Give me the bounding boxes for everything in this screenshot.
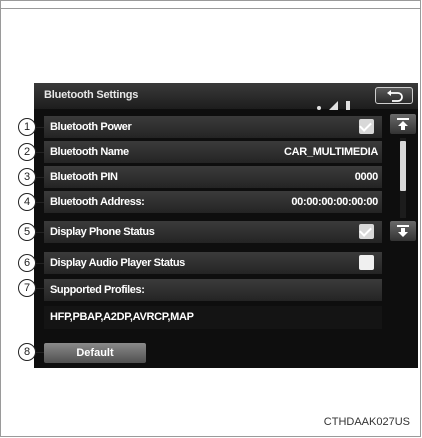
callout-leader bbox=[36, 152, 44, 153]
screen-title: Bluetooth Settings bbox=[44, 89, 139, 101]
callout-leader bbox=[36, 202, 44, 203]
row-label: Bluetooth Name bbox=[50, 146, 129, 158]
back-button[interactable] bbox=[375, 87, 413, 104]
status-icons bbox=[317, 92, 350, 110]
bluetooth-settings-screen: Bluetooth Settings Bluetooth Power Bluet… bbox=[34, 83, 418, 368]
row-label: Supported Profiles: bbox=[50, 284, 145, 296]
scroll-down-button[interactable] bbox=[390, 221, 416, 241]
figure-code: CTHDAAK027US bbox=[323, 416, 410, 428]
default-button[interactable]: Default bbox=[44, 343, 146, 363]
supported-profiles-list: HFP,PBAP,A2DP,AVRCP,MAP bbox=[44, 306, 382, 329]
callout-7: 7 bbox=[18, 279, 36, 297]
bluetooth-status-icon bbox=[317, 106, 321, 110]
scrollbar-thumb[interactable] bbox=[400, 141, 406, 191]
callout-1: 1 bbox=[18, 118, 36, 136]
callout-leader bbox=[36, 177, 44, 178]
row-label: Bluetooth PIN bbox=[50, 171, 118, 183]
row-bluetooth-pin[interactable]: Bluetooth PIN 0000 bbox=[44, 166, 382, 188]
signal-bars-icon bbox=[329, 101, 339, 110]
top-rule bbox=[0, 8, 421, 9]
callout-leader bbox=[36, 127, 44, 128]
callout-leader bbox=[36, 288, 44, 289]
scroll-up-icon bbox=[397, 118, 409, 130]
bluetooth-pin-value: 0000 bbox=[354, 171, 379, 183]
display-phone-status-checkbox[interactable] bbox=[359, 224, 374, 239]
callout-6: 6 bbox=[18, 254, 36, 272]
row-bluetooth-address: Bluetooth Address: 00:00:00:00:00:00 bbox=[44, 191, 382, 213]
row-display-audio-player-status[interactable]: Display Audio Player Status bbox=[44, 252, 382, 274]
callout-leader bbox=[36, 232, 44, 233]
bluetooth-name-value: CAR_MULTIMEDIA bbox=[284, 146, 378, 158]
row-label: Bluetooth Power bbox=[50, 121, 132, 133]
row-display-phone-status[interactable]: Display Phone Status bbox=[44, 221, 382, 243]
title-bar: Bluetooth Settings bbox=[34, 83, 418, 110]
supported-profiles-value: HFP,PBAP,A2DP,AVRCP,MAP bbox=[50, 311, 194, 323]
row-bluetooth-name[interactable]: Bluetooth Name CAR_MULTIMEDIA bbox=[44, 141, 382, 163]
callout-4: 4 bbox=[18, 193, 36, 211]
scroll-down-icon bbox=[397, 225, 409, 237]
bluetooth-address-value: 00:00:00:00:00:00 bbox=[291, 196, 378, 208]
row-label: Display Audio Player Status bbox=[50, 257, 185, 269]
callout-5: 5 bbox=[18, 223, 36, 241]
callout-3: 3 bbox=[18, 168, 36, 186]
display-audio-player-status-checkbox[interactable] bbox=[359, 255, 374, 270]
bluetooth-power-checkbox[interactable] bbox=[359, 119, 374, 134]
row-label: Display Phone Status bbox=[50, 226, 155, 238]
back-arrow-icon bbox=[387, 90, 403, 102]
callout-leader bbox=[36, 263, 44, 264]
battery-icon bbox=[345, 101, 350, 110]
callout-8: 8 bbox=[18, 343, 36, 361]
callout-leader bbox=[36, 352, 44, 353]
callout-2: 2 bbox=[18, 143, 36, 161]
row-supported-profiles: Supported Profiles: bbox=[44, 279, 382, 301]
row-bluetooth-power[interactable]: Bluetooth Power bbox=[44, 116, 382, 138]
scroll-up-button[interactable] bbox=[390, 114, 416, 134]
row-label: Bluetooth Address: bbox=[50, 196, 145, 208]
